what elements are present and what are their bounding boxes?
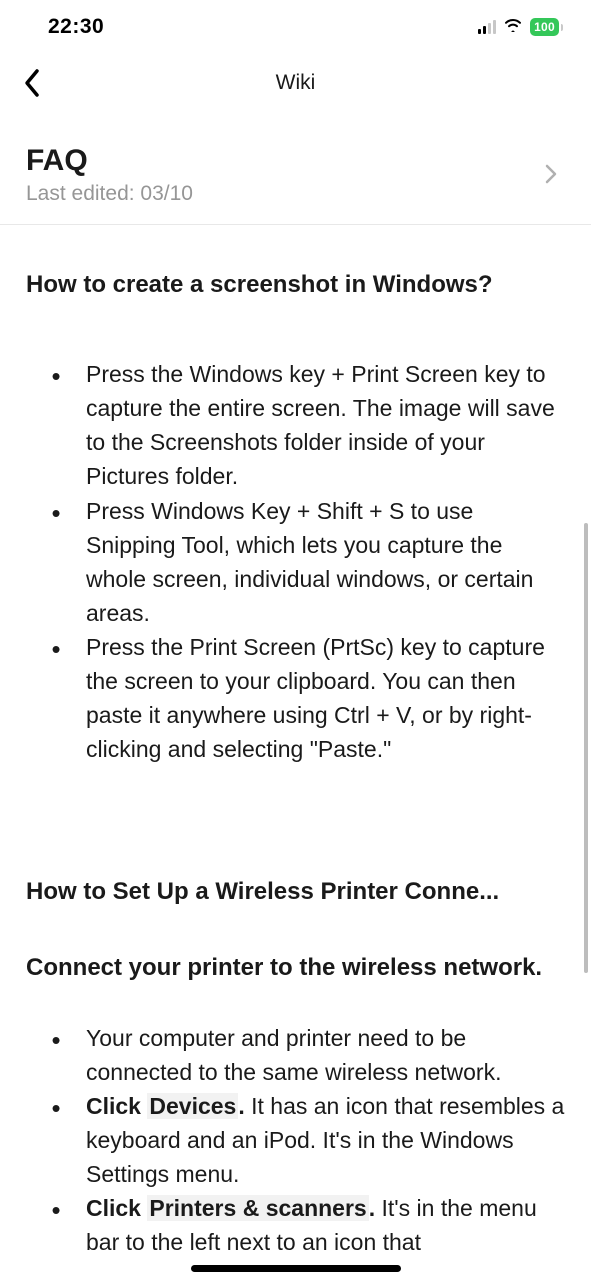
chevron-right-icon: [545, 164, 557, 184]
article: How to create a screenshot in Windows? P…: [26, 269, 565, 766]
page-subtitle: Last edited: 03/10: [26, 182, 193, 206]
status-time: 22:30: [48, 15, 104, 39]
content-scroll[interactable]: How to create a screenshot in Windows? P…: [0, 225, 591, 1263]
article: How to Set Up a Wireless Printer Conne..…: [26, 876, 565, 1259]
expand-button[interactable]: [537, 156, 565, 195]
battery-icon: 100: [530, 18, 559, 36]
back-button[interactable]: [12, 63, 52, 103]
battery-level: 100: [534, 20, 555, 34]
bullet-icon: [26, 1021, 86, 1089]
page-header[interactable]: FAQ Last edited: 03/10: [0, 112, 591, 225]
scrollbar[interactable]: [584, 523, 588, 973]
article-title: How to Set Up a Wireless Printer Conne..…: [26, 876, 565, 908]
status-icons: 100: [478, 17, 563, 37]
bullet-icon: [26, 494, 86, 630]
wifi-icon: [503, 17, 523, 37]
article-subtitle: Connect your printer to the wireless net…: [26, 952, 565, 984]
list-item-text: Press Windows Key + Shift + S to use Sni…: [86, 494, 565, 630]
bullet-icon: [26, 357, 86, 493]
list-item: Press Windows Key + Shift + S to use Sni…: [26, 494, 565, 630]
bullet-icon: [26, 1191, 86, 1259]
list-item: Press the Windows key + Print Screen key…: [26, 357, 565, 493]
status-bar: 22:30 100: [0, 0, 591, 54]
bullet-list: Press the Windows key + Print Screen key…: [26, 357, 565, 765]
list-item-text: Click Printers & scanners. It's in the m…: [86, 1191, 565, 1259]
chevron-left-icon: [23, 68, 41, 98]
list-item: Click Devices. It has an icon that resem…: [26, 1089, 565, 1191]
list-item-text: Click Devices. It has an icon that resem…: [86, 1089, 565, 1191]
bullet-icon: [26, 630, 86, 766]
bullet-list: Your computer and printer need to be con…: [26, 1021, 565, 1259]
bullet-icon: [26, 1089, 86, 1191]
nav-title: Wiki: [276, 71, 316, 95]
list-item: Press the Print Screen (PrtSc) key to ca…: [26, 630, 565, 766]
article-title: How to create a screenshot in Windows?: [26, 269, 565, 301]
list-item-text: Your computer and printer need to be con…: [86, 1021, 565, 1089]
list-item: Click Printers & scanners. It's in the m…: [26, 1191, 565, 1259]
list-item: Your computer and printer need to be con…: [26, 1021, 565, 1089]
home-indicator[interactable]: [191, 1265, 401, 1272]
list-item-text: Press the Print Screen (PrtSc) key to ca…: [86, 630, 565, 766]
page-title: FAQ: [26, 144, 193, 178]
nav-header: Wiki: [0, 54, 591, 112]
cellular-signal-icon: [478, 20, 497, 34]
list-item-text: Press the Windows key + Print Screen key…: [86, 357, 565, 493]
